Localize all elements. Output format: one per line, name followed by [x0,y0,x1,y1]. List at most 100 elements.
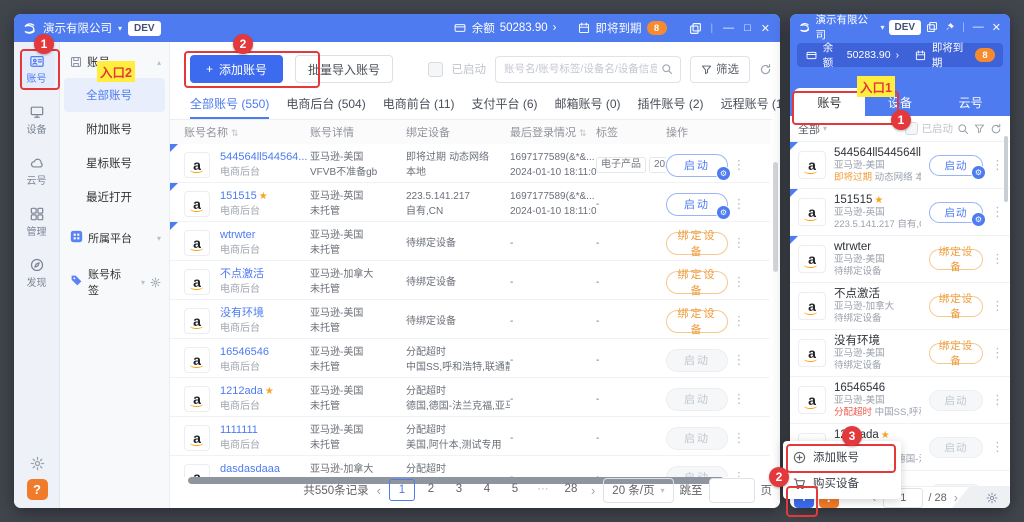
search-icon[interactable] [957,123,969,135]
action-button[interactable]: 绑定设备 [929,293,983,320]
table-row[interactable]: a 没有环境★ 电商后台 亚马逊-美国 未托管 待绑定设备 [170,300,770,339]
launch-gear-badge[interactable]: ⚙ [716,165,731,181]
window-switch-icon[interactable] [925,20,939,34]
filter-funnel-icon[interactable] [974,123,985,134]
category-tab[interactable]: 电商后台 (504) [286,90,365,119]
page-number[interactable]: ··· [531,479,555,499]
tab-cloud[interactable]: 云号 [935,88,1006,116]
tab-accounts[interactable]: 账号 [794,88,865,116]
company-caret-icon[interactable]: ▾ [880,23,884,32]
launch-gear-badge[interactable]: ⚙ [716,204,731,220]
account-name-link[interactable]: 544564ll544564... [220,151,307,163]
tag-settings-gear-icon[interactable] [150,277,161,288]
nav-item[interactable]: 附加账号 [60,112,169,146]
maximize-button[interactable]: □ [742,22,753,34]
help-button[interactable]: ? [26,479,48,500]
table-row[interactable]: a wtrwter★ 电商后台 亚马逊-美国 未托管 待绑定设备 [170,222,770,261]
company-name[interactable]: 演示有限公司 [816,14,877,42]
action-button[interactable]: 启动 [666,426,728,450]
list-item[interactable]: a 544564ll544564ll54...★ 亚马逊-美国 即将过期 动态网… [790,142,1010,189]
category-tab[interactable]: 插件账号 (2) [638,90,704,119]
company-caret-icon[interactable]: ▾ [118,24,122,33]
row-more-menu-icon[interactable]: ⋮ [730,430,748,446]
table-row[interactable]: a 544564ll544564...★ 电商后台 亚马逊-美国 VFVB不准备… [170,144,770,183]
row-more-menu-icon[interactable]: ⋮ [730,313,748,329]
refresh-icon[interactable] [990,123,1002,135]
close-button[interactable]: ✕ [990,21,1003,34]
list-item[interactable]: a 151515★ 亚马逊-英国 223.5.141.217 自有,CN 启动 … [790,189,1010,236]
started-checkbox[interactable] [427,61,443,77]
nav-item[interactable]: 全部账号 [64,78,165,112]
close-button[interactable]: ✕ [759,22,772,35]
category-tab[interactable]: 支付平台 (6) [472,90,538,119]
category-tab[interactable]: 邮箱账号 (0) [555,90,621,119]
item-more-menu-icon[interactable]: ⋮ [991,439,1004,455]
action-button[interactable]: 绑定设备 [929,246,983,273]
page-number[interactable]: 5 [503,479,527,499]
chevron-down-icon[interactable]: ▾ [823,124,827,133]
star-icon[interactable]: ★ [881,430,890,441]
vertical-scrollbar[interactable] [773,162,778,272]
company-name[interactable]: 演示有限公司 [43,20,112,36]
list-item[interactable]: a 没有环境★ 亚马逊-美国 待绑定设备 绑定设备 ⚙ ⋮ [790,330,1010,377]
row-more-menu-icon[interactable]: ⋮ [730,196,748,212]
next-page-icon[interactable]: › [589,483,597,498]
list-item[interactable]: a 不点激活★ 亚马逊-加拿大 待绑定设备 绑定设备 ⚙ ⋮ [790,283,1010,330]
action-button[interactable]: 绑定设备 [666,230,728,258]
account-name[interactable]: 16546546 [834,382,885,394]
pin-icon[interactable] [943,20,957,34]
sidebar-item-manage[interactable]: 管理 [19,203,55,241]
action-button[interactable]: 启动 [666,348,728,372]
nav-group-platform[interactable]: 所属平台 ▾ [60,220,169,256]
nav-item[interactable]: 星标账号 [60,146,169,180]
row-more-menu-icon[interactable]: ⋮ [730,235,748,251]
launch-gear-badge[interactable]: ⚙ [971,164,986,180]
nav-item[interactable]: 最近打开 [60,180,169,214]
balance-arrow-icon[interactable]: › [896,49,900,61]
minimize-button[interactable]: — [721,22,736,34]
account-name-link[interactable]: dasdasdaaa [220,463,280,475]
expire-group[interactable]: 即将到期 8 [577,20,667,36]
row-more-menu-icon[interactable]: ⋮ [730,157,748,173]
action-button[interactable]: 启动 [929,389,983,411]
chevron-down-icon[interactable]: ▾ [157,234,161,243]
page-number[interactable]: 3 [447,479,471,499]
category-tab[interactable]: 电商前台 (11) [383,90,455,119]
chevron-down-icon[interactable]: ▾ [141,278,145,287]
sort-icon[interactable]: ⇅ [231,128,239,138]
table-row[interactable]: a dasdasdaaa★ 电商后台 亚马逊-加拿大 未托管 分配超时 [170,456,770,477]
search-icon[interactable] [661,63,680,75]
list-item[interactable]: a wtrwter★ 亚马逊-美国 待绑定设备 绑定设备 ⚙ ⋮ [790,236,1010,283]
refresh-icon[interactable] [759,63,772,76]
table-row[interactable]: a 151515★ 电商后台 亚马逊-英国 未托管 223.5.141.217 [170,183,770,222]
category-tab[interactable]: 全部账号 (550) [190,90,269,119]
account-name-link[interactable]: 151515 [220,190,257,202]
action-button[interactable]: 绑定设备 [666,269,728,297]
settings-gear-icon[interactable] [30,456,45,471]
page-number[interactable]: 1 [388,479,415,501]
action-button[interactable]: 启动 [666,465,728,477]
account-name-link[interactable]: 1212ada [220,385,263,397]
item-more-menu-icon[interactable]: ⋮ [991,345,1004,361]
page-number[interactable]: 4 [475,479,499,499]
prev-page-icon[interactable]: ‹ [375,483,383,498]
row-more-menu-icon[interactable]: ⋮ [730,469,748,477]
action-button[interactable]: 启动 [929,436,983,458]
filter-all-label[interactable]: 全部 [798,121,820,137]
account-name[interactable]: 没有环境 [834,335,880,347]
sort-icon[interactable]: ⇅ [579,128,587,138]
table-row[interactable]: a 1212ada ★ 电商后台 亚马逊-美国 未托管 分配超时 德国,德国-法… [170,378,770,417]
star-icon[interactable]: ★ [265,386,274,397]
batch-import-button[interactable]: 批量导入账号 [295,55,394,83]
star-icon[interactable]: ★ [874,195,883,206]
category-tab[interactable]: 远程账号 (1) [721,90,780,119]
account-name-link[interactable]: 16546546 [220,346,269,358]
nav-group-tags[interactable]: 账号标签 ▾ [60,256,169,308]
sidebar-item-discover[interactable]: 发现 [19,254,55,292]
account-name[interactable]: 不点激活 [834,288,880,300]
account-name[interactable]: 151515 [834,194,872,206]
corner-gear-icon[interactable] [986,492,998,504]
col-name[interactable]: 账号名称 ⇅ [184,124,310,140]
account-name[interactable]: 544564ll544564ll54... [834,147,921,159]
table-row[interactable]: a 不点激活★ 电商后台 亚马逊-加拿大 未托管 待绑定设备 [170,261,770,300]
